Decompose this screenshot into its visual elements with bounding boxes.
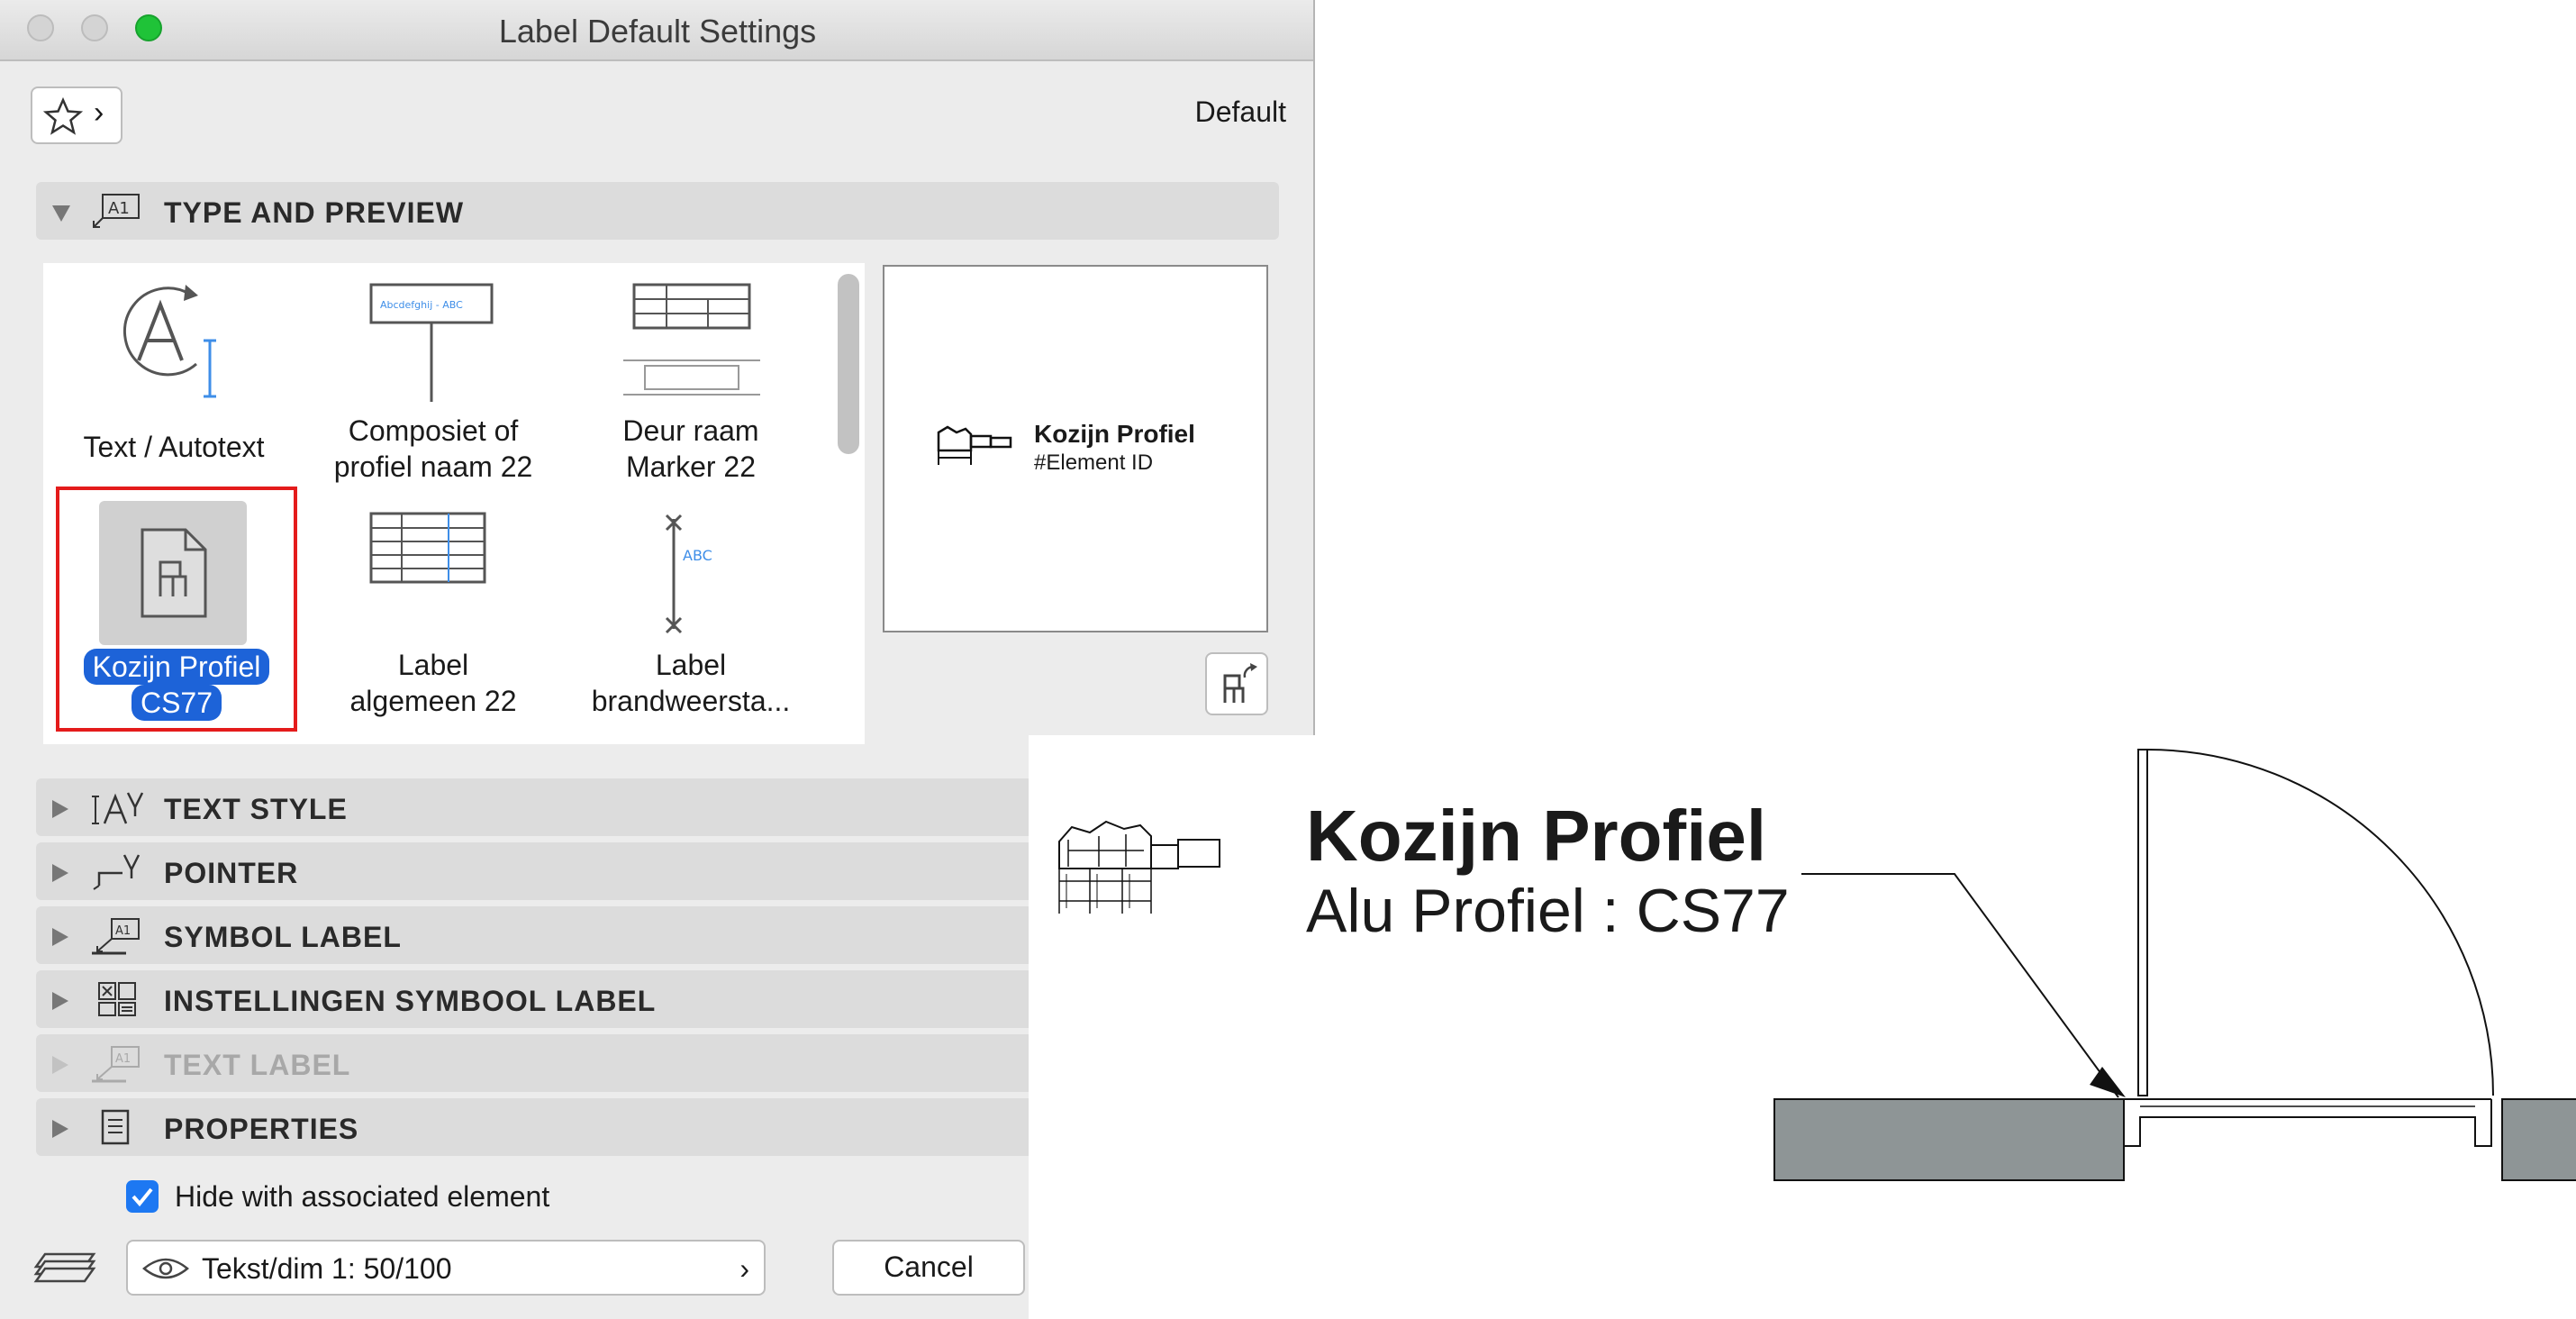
autotext-icon: [122, 285, 216, 398]
item-caption-line2: profiel naam 22: [333, 450, 533, 483]
library-item-composiet[interactable]: Abcdefghij - ABC Composiet of profiel na…: [303, 270, 564, 487]
star-icon: [43, 97, 84, 135]
hide-with-element-label: Hide with associated element: [175, 1180, 550, 1213]
item-caption: Text / Autotext: [83, 431, 265, 463]
item-caption-line2: algemeen 22: [349, 685, 517, 717]
svg-text:A1: A1: [115, 1052, 131, 1066]
composite-label-icon: Abcdefghij - ABC: [369, 283, 494, 402]
window-title: Label Default Settings: [498, 13, 817, 50]
item-caption-line1: Deur raam: [622, 414, 759, 447]
section-label: POINTER: [164, 857, 299, 889]
profile-section-drawing: [1058, 820, 1220, 914]
selection-highlight-frame: [56, 487, 297, 732]
cancel-button[interactable]: Cancel: [832, 1240, 1025, 1296]
item-caption-line2: Marker 22: [625, 450, 757, 483]
section-label: PROPERTIES: [164, 1113, 359, 1145]
eye-icon: [142, 1258, 189, 1279]
chevron-right-icon: ›: [739, 1252, 749, 1285]
section-type-and-preview[interactable]: A1 TYPE AND PREVIEW: [36, 182, 1279, 240]
svg-text:A1: A1: [115, 924, 131, 938]
properties-document-icon: [101, 1109, 130, 1145]
text-style-icon: [92, 792, 144, 824]
layer-value: Tekst/dim 1: 50/100: [202, 1252, 452, 1285]
drawing-label-subtitle: Alu Profiel : CS77: [1306, 877, 1790, 945]
favorites-button[interactable]: ›: [31, 86, 122, 144]
layers-icon: [33, 1252, 96, 1283]
hide-with-element-checkbox[interactable]: [126, 1180, 159, 1213]
section-label: SYMBOL LABEL: [164, 921, 402, 953]
section-label: TEXT LABEL: [164, 1049, 351, 1081]
door-plan-drawing: [1773, 749, 2576, 1181]
disclosure-right-icon: [52, 1056, 68, 1074]
disclosure-right-icon: [52, 864, 68, 882]
library-item-deur-raam[interactable]: Deur raam Marker 22: [560, 270, 821, 487]
text-label-icon: A1: [92, 1046, 140, 1083]
item-caption-line1: Composiet of: [348, 414, 519, 447]
disclosure-right-icon: [52, 1120, 68, 1138]
item-caption-line1: Label: [397, 649, 469, 681]
title-bar: Label Default Settings: [0, 0, 1313, 61]
library-scrollbar[interactable]: [838, 274, 859, 454]
svg-text:ABC: ABC: [683, 547, 712, 564]
layer-select[interactable]: Tekst/dim 1: 50/100 ›: [126, 1240, 766, 1296]
preview-label-name: Kozijn Profiel: [1034, 420, 1195, 448]
disclosure-right-icon: [52, 992, 68, 1010]
pointer-icon: [93, 854, 141, 890]
disclosure-right-icon: [52, 800, 68, 818]
section-label: TEXT STYLE: [164, 793, 348, 825]
chair-refresh-icon: [1223, 663, 1257, 703]
checkmark-icon: [132, 1187, 153, 1207]
item-caption-line2: brandweersta...: [591, 685, 791, 717]
profile-section-icon: [937, 425, 1012, 465]
svg-text:Abcdefghij - ABC: Abcdefghij - ABC: [380, 299, 463, 311]
library-item-text-autotext[interactable]: Text / Autotext: [43, 270, 304, 468]
disclosure-down-icon: [52, 205, 70, 222]
disclosure-right-icon: [52, 928, 68, 946]
drawing-label-title: Kozijn Profiel: [1306, 796, 1767, 876]
item-caption-line1: Label: [655, 649, 727, 681]
section-label: INSTELLINGEN SYMBOOL LABEL: [164, 985, 657, 1017]
chevron-right-icon: ›: [94, 96, 104, 130]
table-label-icon: [369, 512, 486, 584]
section-label: TYPE AND PREVIEW: [164, 196, 465, 229]
default-label: Default: [1194, 96, 1286, 128]
settings-grid-icon: [98, 982, 136, 1016]
preview-options-button[interactable]: [1205, 652, 1268, 715]
library-item-label-algemeen[interactable]: Label algemeen 22: [303, 505, 564, 721]
preview-element-id: #Element ID: [1034, 450, 1154, 475]
symbol-label-icon: A1: [92, 918, 140, 955]
fire-resistance-label-icon: ABC: [665, 514, 712, 634]
library-item-label-brandweerstand[interactable]: ABC Label brandweersta...: [560, 505, 821, 721]
label-type-icon: A1: [93, 194, 140, 228]
svg-text:A1: A1: [108, 199, 130, 218]
door-window-marker-icon: [623, 283, 760, 396]
